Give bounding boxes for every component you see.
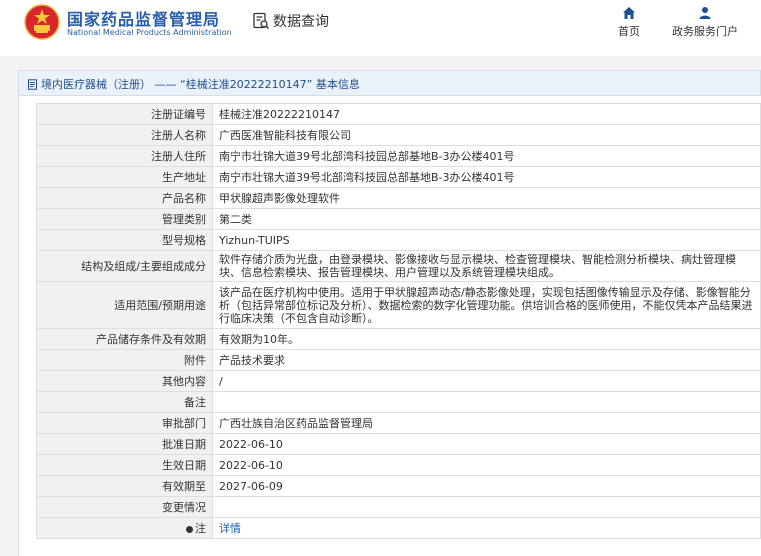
table-row: 备注: [36, 391, 761, 413]
field-label: 生效日期: [36, 454, 213, 476]
field-value: 广西壮族自治区药品监督管理局: [212, 412, 761, 434]
field-label: 有效期至: [36, 475, 213, 497]
field-value: 产品技术要求: [212, 349, 761, 371]
field-value: 2027-06-09: [212, 475, 761, 497]
breadcrumb-bar: 境内医疗器械（注册） —— “桂械注准20222210147” 基本信息: [18, 70, 761, 96]
table-row: 附件 产品技术要求: [36, 349, 761, 371]
field-value: 广西医准智能科技有限公司: [212, 124, 761, 146]
table-row: 产品储存条件及有效期 有效期为10年。: [36, 328, 761, 350]
field-value: 南宁市壮锦大道39号北部湾科技园总部基地B-3办公楼401号: [212, 166, 761, 188]
field-label: 管理类别: [36, 208, 213, 230]
details-link[interactable]: 详情: [219, 522, 241, 535]
field-label: 注册证编号: [36, 103, 213, 125]
national-emblem-icon: [24, 4, 60, 40]
field-label: 适用范围/预期用途: [36, 281, 213, 329]
field-label: 其他内容: [36, 370, 213, 392]
field-value: [212, 391, 761, 413]
site-header: 国家药品监督管理局 National Medical Products Admi…: [0, 0, 761, 56]
field-label: 批准日期: [36, 433, 213, 455]
table-row: 注 详情: [36, 517, 761, 539]
table-row: 注册人名称 广西医准智能科技有限公司: [36, 124, 761, 146]
field-value: 有效期为10年。: [212, 328, 761, 350]
field-value: 桂械注准20222210147: [212, 103, 761, 125]
home-icon: [623, 7, 635, 19]
brand-subtitle: National Medical Products Administration: [67, 28, 232, 37]
table-row: 生产地址 南宁市壮锦大道39号北部湾科技园总部基地B-3办公楼401号: [36, 166, 761, 188]
table-row: 管理类别 第二类: [36, 208, 761, 230]
field-label: 注册人名称: [36, 124, 213, 146]
table-row: 生效日期 2022-06-10: [36, 454, 761, 476]
field-label: 产品储存条件及有效期: [36, 328, 213, 350]
breadcrumb-text: 境内医疗器械（注册） —— “桂械注准20222210147” 基本信息: [41, 78, 360, 91]
field-label: 产品名称: [36, 187, 213, 209]
field-value: /: [212, 370, 761, 392]
table-row: 型号规格 Yizhun-TUIPS: [36, 229, 761, 251]
document-icon: [28, 78, 37, 90]
note-label-cell: 注: [36, 517, 213, 539]
field-label: 结构及组成/主要组成成分: [36, 250, 213, 282]
search-document-icon: [253, 12, 270, 30]
registration-info-table: 注册证编号 桂械注准20222210147 注册人名称 广西医准智能科技有限公司…: [36, 103, 761, 539]
table-row: 审批部门 广西壮族自治区药品监督管理局: [36, 412, 761, 434]
field-label: 型号规格: [36, 229, 213, 251]
data-query-label: 数据查询: [273, 14, 329, 30]
field-value: 第二类: [212, 208, 761, 230]
breadcrumb: 境内医疗器械（注册） —— “桂械注准20222210147” 基本信息: [27, 76, 360, 92]
user-icon: [699, 7, 711, 19]
brand-title: 国家药品监督管理局: [67, 10, 221, 29]
table-row: 变更情况: [36, 496, 761, 518]
table-row: 产品名称 甲状腺超声影像处理软件: [36, 187, 761, 209]
field-label: 附件: [36, 349, 213, 371]
field-label: 审批部门: [36, 412, 213, 434]
field-label: 变更情况: [36, 496, 213, 518]
field-value: 南宁市壮锦大道39号北部湾科技园总部基地B-3办公楼401号: [212, 145, 761, 167]
field-value: 软件存储介质为光盘，由登录模块、影像接收与显示模块、检查管理模块、智能检测分析模…: [212, 250, 761, 282]
table-row: 其他内容 /: [36, 370, 761, 392]
table-row: 有效期至 2027-06-09: [36, 475, 761, 497]
field-value: [212, 496, 761, 518]
field-value: 2022-06-10: [212, 454, 761, 476]
field-value: Yizhun-TUIPS: [212, 229, 761, 251]
field-value: 该产品在医疗机构中使用。适用于甲状腺超声动态/静态影像处理，实现包括图像传输显示…: [212, 281, 761, 329]
table-row: 注册证编号 桂械注准20222210147: [36, 103, 761, 125]
table-row: 批准日期 2022-06-10: [36, 433, 761, 455]
field-label: 注册人住所: [36, 145, 213, 167]
table-row: 注册人住所 南宁市壮锦大道39号北部湾科技园总部基地B-3办公楼401号: [36, 145, 761, 167]
data-query-link[interactable]: 数据查询: [252, 11, 329, 31]
pin-icon: [186, 525, 193, 533]
nav-home-label: 首页: [618, 25, 640, 38]
table-row: 适用范围/预期用途 该产品在医疗机构中使用。适用于甲状腺超声动态/静态影像处理，…: [36, 281, 761, 329]
note-label: 注: [195, 522, 206, 535]
field-label: 生产地址: [36, 166, 213, 188]
field-label: 备注: [36, 391, 213, 413]
nav-home[interactable]: 首页: [612, 6, 646, 39]
nav-service-portal[interactable]: 政务服务门户: [666, 6, 744, 39]
field-value: 2022-06-10: [212, 433, 761, 455]
field-value: 甲状腺超声影像处理软件: [212, 187, 761, 209]
note-value-cell: 详情: [212, 517, 761, 539]
nav-service-portal-label: 政务服务门户: [672, 25, 738, 38]
table-row: 结构及组成/主要组成成分 软件存储介质为光盘，由登录模块、影像接收与显示模块、检…: [36, 250, 761, 282]
